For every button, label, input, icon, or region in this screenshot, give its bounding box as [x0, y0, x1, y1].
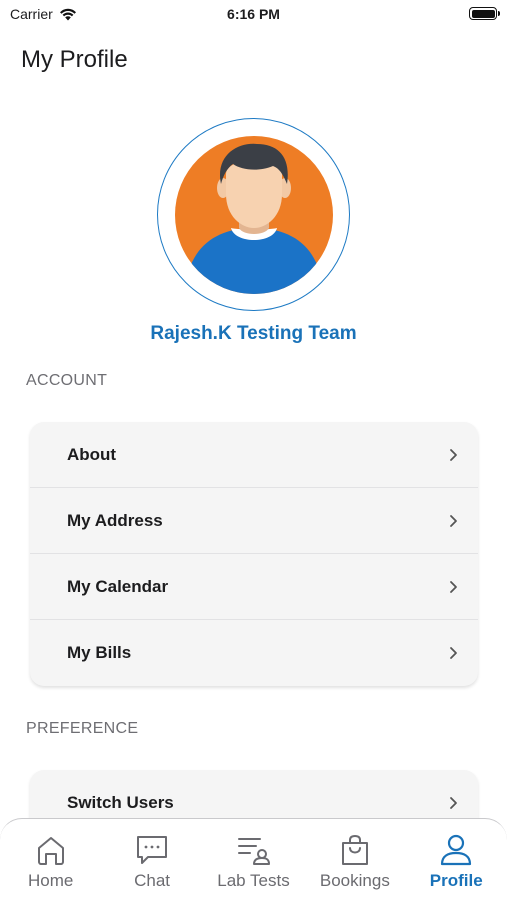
chat-icon	[137, 836, 168, 864]
tab-lab-tests[interactable]: Lab Tests	[203, 819, 304, 900]
battery-icon	[469, 7, 500, 20]
menu-item-my-bills[interactable]: My Bills	[30, 620, 478, 686]
chevron-right-icon	[450, 797, 457, 809]
avatar[interactable]	[175, 136, 333, 294]
home-icon	[37, 837, 64, 865]
menu-item-my-calendar[interactable]: My Calendar	[30, 554, 478, 620]
lab-tests-icon	[238, 838, 271, 865]
menu-item-label: Switch Users	[67, 793, 174, 812]
page-title: My Profile	[21, 46, 128, 73]
tab-profile[interactable]: Profile	[406, 819, 507, 900]
status-bar: Carrier 6:16 PM	[0, 0, 507, 30]
bookings-icon	[341, 834, 368, 865]
account-card: About My Address My Calendar My Bills	[30, 422, 478, 686]
section-label-account: ACCOUNT	[26, 372, 108, 389]
chevron-right-icon	[450, 580, 457, 593]
tab-bar: Home Chat Lab Tests Bookings Profile	[0, 818, 507, 900]
menu-item-my-address[interactable]: My Address	[30, 488, 478, 554]
menu-item-label: My Address	[67, 510, 163, 530]
tab-bookings[interactable]: Bookings	[304, 819, 405, 900]
tab-label: Profile	[429, 871, 483, 890]
chevron-right-icon	[450, 448, 457, 461]
tab-label: Bookings	[319, 871, 390, 890]
profile-icon	[441, 834, 472, 866]
chevron-right-icon	[450, 647, 457, 659]
menu-item-label: About	[67, 444, 117, 464]
tab-chat[interactable]: Chat	[102, 819, 203, 900]
tab-label: Chat	[134, 871, 171, 890]
user-avatar-icon	[175, 136, 333, 294]
chevron-right-icon	[450, 514, 457, 527]
tab-label: Home	[28, 871, 74, 890]
menu-item-label: My Bills	[67, 643, 132, 662]
status-time: 6:16 PM	[227, 6, 280, 22]
tab-home[interactable]: Home	[0, 819, 101, 900]
menu-item-label: My Calendar	[67, 576, 169, 596]
section-label-preference: PREFERENCE	[26, 720, 139, 737]
menu-item-about[interactable]: About	[30, 422, 478, 488]
tab-label: Lab Tests	[217, 871, 290, 890]
user-name[interactable]: Rajesh.K Testing Team	[0, 323, 507, 345]
